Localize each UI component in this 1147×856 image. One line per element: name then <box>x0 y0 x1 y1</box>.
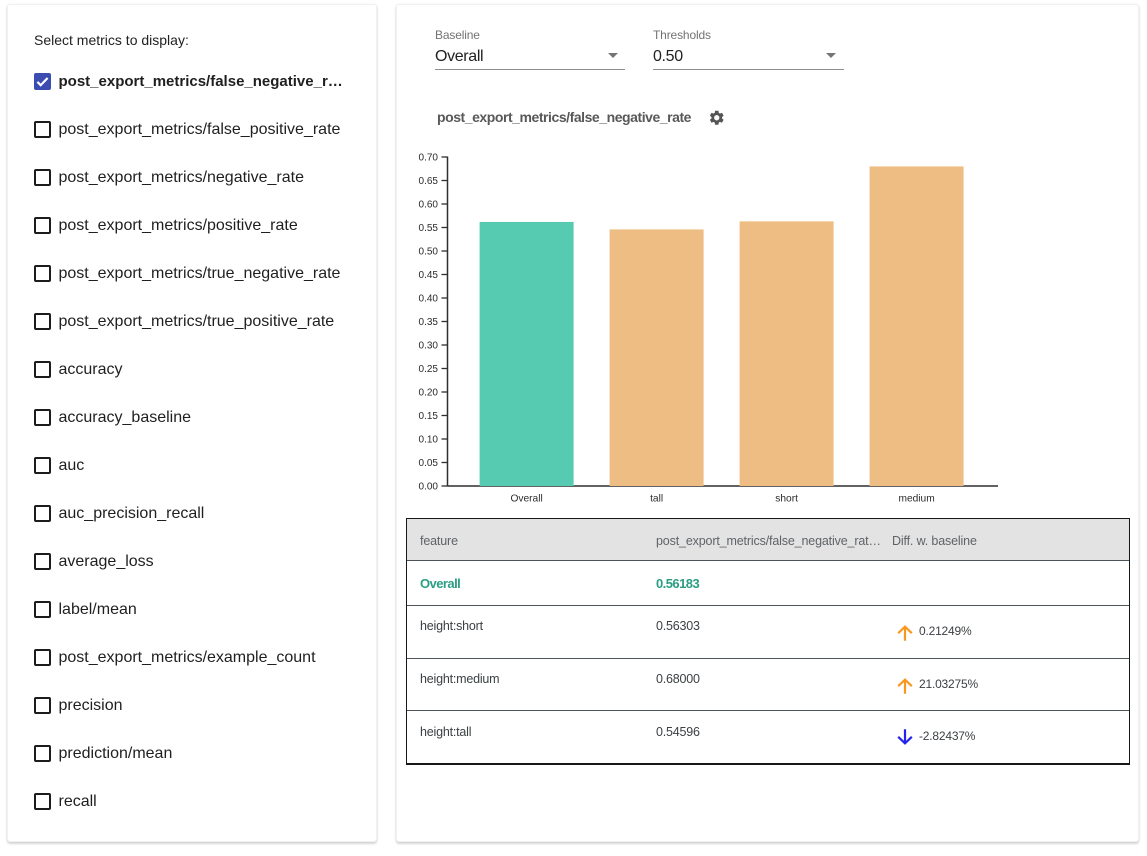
svg-text:short: short <box>775 494 798 505</box>
svg-text:0.30: 0.30 <box>419 340 439 351</box>
svg-text:0.40: 0.40 <box>419 293 439 304</box>
svg-text:0.60: 0.60 <box>419 199 439 210</box>
svg-text:tall: tall <box>650 494 663 505</box>
svg-text:0.20: 0.20 <box>419 387 439 398</box>
svg-text:0.55: 0.55 <box>419 223 439 234</box>
svg-text:0.05: 0.05 <box>419 458 439 469</box>
svg-text:Overall: Overall <box>510 494 542 505</box>
svg-text:0.10: 0.10 <box>419 434 439 445</box>
svg-text:0.15: 0.15 <box>419 411 439 422</box>
svg-text:0.65: 0.65 <box>419 176 439 187</box>
svg-text:0.45: 0.45 <box>419 270 439 281</box>
svg-text:0.25: 0.25 <box>419 364 439 375</box>
svg-text:0.50: 0.50 <box>419 246 439 257</box>
svg-text:0.35: 0.35 <box>419 317 439 328</box>
svg-text:0.00: 0.00 <box>419 481 439 492</box>
svg-text:medium: medium <box>898 494 934 505</box>
svg-text:0.70: 0.70 <box>419 152 439 163</box>
